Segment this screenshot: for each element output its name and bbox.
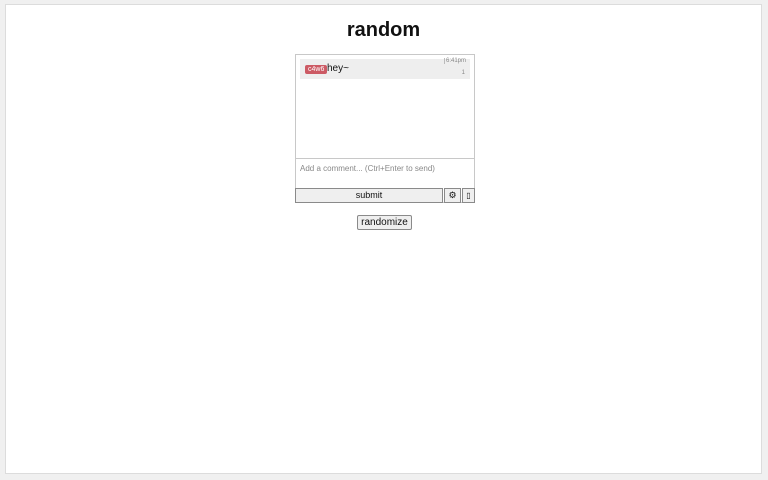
expand-icon: ▯: [466, 191, 471, 200]
randomize-button[interactable]: randomize: [357, 215, 412, 230]
comment-input[interactable]: [296, 159, 474, 187]
list-item: c4w6 hey~ 6:41pm 1: [300, 58, 470, 79]
page-container: random c4w6 hey~ 6:41pm 1 submit ⚙ ▯ ran…: [5, 4, 762, 474]
message-timestamp: 6:41pm: [443, 58, 466, 64]
chat-widget: c4w6 hey~ 6:41pm 1 submit ⚙ ▯: [295, 54, 475, 203]
message-text: hey~: [327, 63, 349, 74]
submit-button[interactable]: submit: [295, 188, 443, 203]
settings-button[interactable]: ⚙: [444, 188, 461, 203]
user-badge: c4w6: [305, 65, 328, 74]
expand-button[interactable]: ▯: [462, 188, 475, 203]
page-title: random: [346, 19, 421, 41]
message-marker: 1: [461, 70, 465, 76]
message-list: c4w6 hey~ 6:41pm 1: [296, 55, 474, 159]
gear-icon: ⚙: [448, 190, 457, 200]
